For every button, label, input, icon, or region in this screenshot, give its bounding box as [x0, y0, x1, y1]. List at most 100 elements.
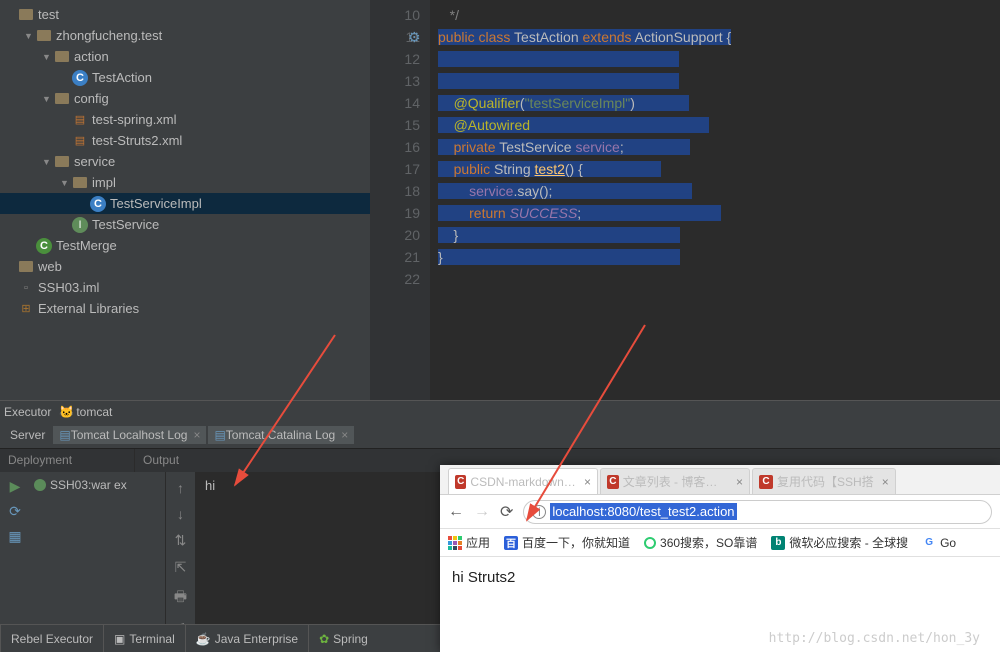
- close-icon[interactable]: ×: [193, 428, 200, 442]
- status-terminal[interactable]: ▣Terminal: [103, 625, 185, 652]
- console-tools: ↑ ↓ ⇅ ⇱ 🖶 ⚟: [165, 472, 195, 624]
- server-tab[interactable]: Server: [4, 426, 51, 444]
- editor-gutter: ⚙ 10111213141516171819202122: [370, 0, 430, 400]
- expand-arrow-icon[interactable]: ▼: [42, 52, 52, 62]
- browser-tab[interactable]: C复用代码【SSH搭×: [752, 468, 896, 494]
- apps-button[interactable]: 应用: [448, 534, 490, 551]
- gear-icon[interactable]: ⚙: [408, 26, 421, 48]
- deployment-label: SSH03:war ex: [50, 478, 127, 492]
- forward-button[interactable]: →: [474, 503, 490, 521]
- tree-label: test: [38, 7, 59, 22]
- tree-item[interactable]: ▼ zhongfucheng.test: [0, 25, 370, 46]
- tree-label: action: [74, 49, 109, 64]
- deployment-item[interactable]: SSH03:war ex: [34, 478, 161, 492]
- tree-item[interactable]: ▼ config: [0, 88, 370, 109]
- status-label: Spring: [333, 632, 368, 646]
- tree-item[interactable]: ▤ test-spring.xml: [0, 109, 370, 130]
- sync-icon[interactable]: ⟳: [9, 503, 21, 520]
- tab-label: Tomcat Localhost Log: [71, 428, 188, 442]
- apps-icon: [448, 536, 462, 550]
- tree-label: test-spring.xml: [92, 112, 177, 127]
- run-icon[interactable]: ▶: [10, 478, 21, 495]
- up-arrow-icon[interactable]: ↑: [177, 480, 184, 496]
- tree-label: service: [74, 154, 115, 169]
- favicon-icon: C: [759, 475, 773, 489]
- tree-item[interactable]: ▫SSH03.iml: [0, 277, 370, 298]
- expand-arrow-icon[interactable]: ▼: [42, 94, 52, 104]
- tomcat-label: tomcat: [76, 405, 112, 419]
- folder-icon: [19, 9, 33, 20]
- terminal-icon: ▣: [114, 632, 125, 646]
- bookmark-baidu[interactable]: 百 百度一下，你就知道: [504, 534, 630, 551]
- tree-item[interactable]: ▼ action: [0, 46, 370, 67]
- layout-icon[interactable]: ▦: [8, 528, 21, 545]
- tomcat-icon: 🐱: [59, 405, 74, 419]
- tree-item[interactable]: ITestService: [0, 214, 370, 235]
- xml-icon: ▤: [72, 133, 88, 149]
- bookmark-label: Go: [940, 536, 956, 550]
- tree-label: zhongfucheng.test: [56, 28, 162, 43]
- export-icon[interactable]: ⇱: [175, 559, 187, 576]
- status-label: Java Enterprise: [215, 632, 298, 646]
- watermark: http://blog.csdn.net/hon_3y: [769, 631, 980, 646]
- class-icon: C: [72, 70, 88, 86]
- bookmark-label: 微软必应搜索 - 全球搜: [789, 534, 908, 551]
- folder-icon: [73, 177, 87, 188]
- wrap-icon[interactable]: ⇅: [175, 532, 187, 549]
- tree-label: config: [74, 91, 109, 106]
- tree-label: web: [38, 259, 62, 274]
- tree-label: External Libraries: [38, 301, 139, 316]
- close-icon[interactable]: ×: [736, 475, 743, 489]
- tree-label: TestServiceImpl: [110, 196, 202, 211]
- bookmark-google[interactable]: G Go: [922, 536, 956, 550]
- bookmark-label: 百度一下，你就知道: [522, 534, 630, 551]
- down-arrow-icon[interactable]: ↓: [177, 506, 184, 522]
- tree-item[interactable]: CTestMerge: [0, 235, 370, 256]
- status-dot-icon: [34, 479, 46, 491]
- bookmarks-bar: 应用 百 百度一下，你就知道 360搜索，SO靠谱 b 微软必应搜索 - 全球搜…: [440, 529, 1000, 557]
- output-header-label: Output: [135, 449, 187, 472]
- bookmark-360[interactable]: 360搜索，SO靠谱: [644, 534, 757, 551]
- run-tools: ▶ ⟳ ▦: [0, 472, 30, 624]
- tree-item[interactable]: ▼ service: [0, 151, 370, 172]
- xml-icon: ▤: [72, 112, 88, 128]
- tree-item[interactable]: ⊞ External Libraries: [0, 298, 370, 319]
- expand-arrow-icon[interactable]: ▼: [24, 31, 34, 41]
- folder-icon: [37, 30, 51, 41]
- folder-icon: [55, 51, 69, 62]
- status-rebel[interactable]: Rebel Executor: [0, 625, 103, 652]
- bookmark-label: 360搜索，SO靠谱: [660, 534, 757, 551]
- tree-item[interactable]: web: [0, 256, 370, 277]
- tree-item[interactable]: ▼impl: [0, 172, 370, 193]
- page-content: hi Struts2: [440, 557, 1000, 598]
- status-label: Rebel Executor: [11, 632, 93, 646]
- page-text: hi Struts2: [452, 569, 515, 586]
- expand-arrow-icon[interactable]: ▼: [60, 178, 70, 188]
- bookmark-bing[interactable]: b 微软必应搜索 - 全球搜: [771, 534, 908, 551]
- google-icon: G: [922, 536, 936, 550]
- status-java[interactable]: ☕Java Enterprise: [185, 625, 308, 652]
- annotation-arrow: [515, 320, 655, 530]
- annotation-arrow: [225, 330, 345, 500]
- status-spring[interactable]: ✿Spring: [308, 625, 378, 652]
- tree-item[interactable]: C TestServiceImpl: [0, 193, 370, 214]
- expand-arrow-icon[interactable]: ▼: [42, 157, 52, 167]
- page-icon: ▤: [59, 428, 70, 442]
- tree-item[interactable]: ▤test-Struts2.xml: [0, 130, 370, 151]
- print-icon[interactable]: 🖶: [174, 586, 187, 610]
- deployment-column: SSH03:war ex: [30, 472, 165, 624]
- tree-label: SSH03.iml: [38, 280, 99, 295]
- back-button[interactable]: ←: [448, 503, 464, 521]
- log-tabs: Server ▤ Tomcat Localhost Log × ▤ Tomcat…: [0, 422, 1000, 448]
- reload-button[interactable]: ⟳: [500, 502, 513, 522]
- tree-item[interactable]: CTestAction: [0, 67, 370, 88]
- tab-tomcat-localhost[interactable]: ▤ Tomcat Localhost Log ×: [53, 426, 206, 444]
- library-icon: ⊞: [18, 301, 34, 317]
- executor-label: Executor: [4, 405, 51, 419]
- folder-icon: [55, 93, 69, 104]
- code-editor[interactable]: ⚙ 10111213141516171819202122 */public cl…: [370, 0, 1000, 400]
- close-icon[interactable]: ×: [882, 475, 889, 489]
- class-icon: C: [90, 196, 106, 212]
- tree-item[interactable]: test: [0, 4, 370, 25]
- so360-icon: [644, 537, 656, 549]
